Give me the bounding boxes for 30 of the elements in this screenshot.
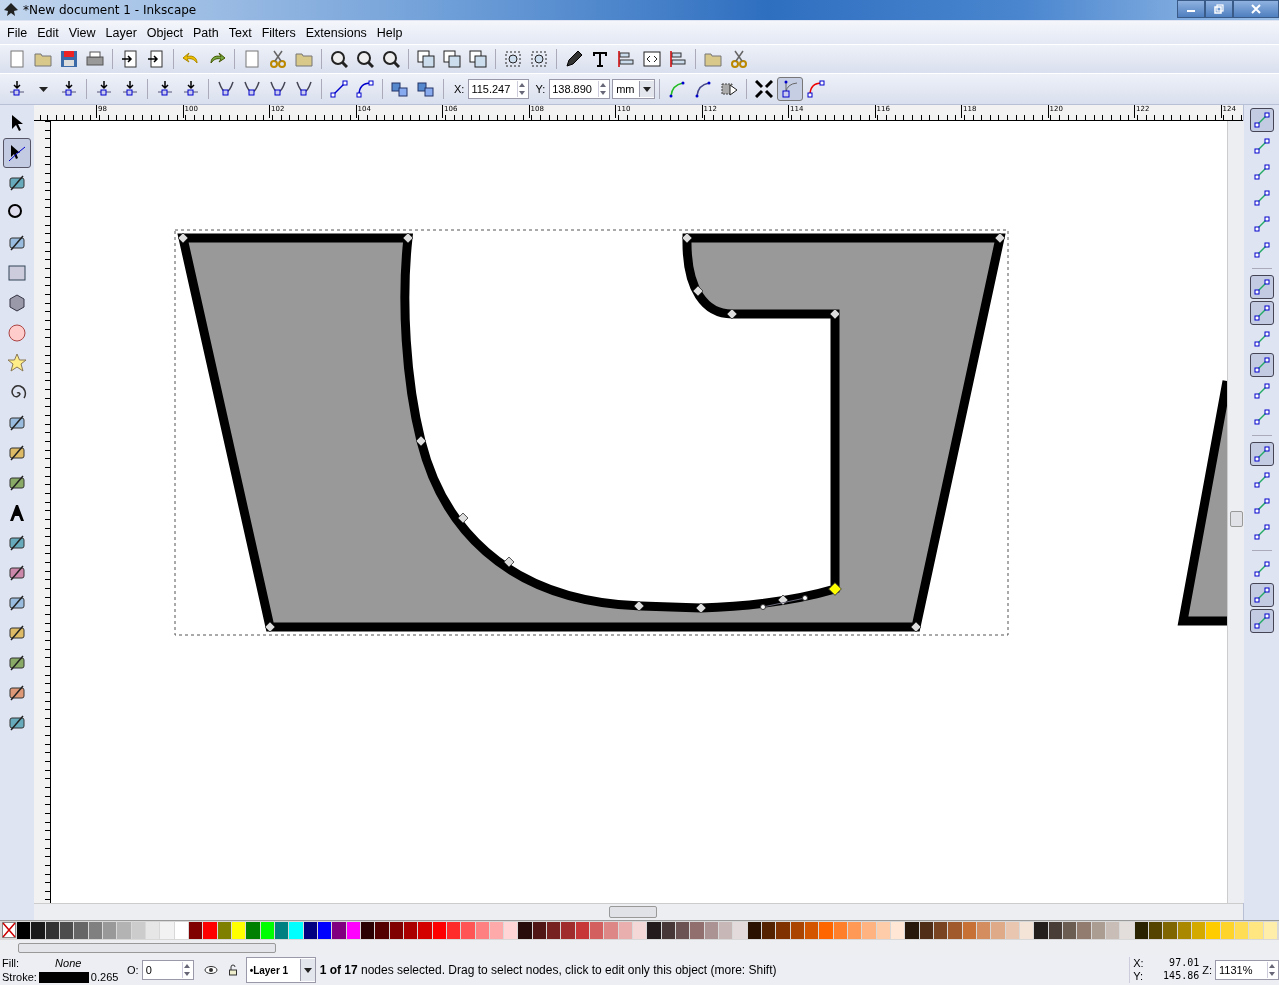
status-message: 1 of 17 nodes selected. Drag to select nodes, click to edit only this object (more: Shift): [319, 963, 777, 977]
cursor-x-value: 97.01: [1169, 957, 1200, 970]
layer-dropdown[interactable]: •Layer 1: [245, 957, 316, 983]
menu-item[interactable]: File: [2, 25, 33, 40]
x-label: X:: [454, 83, 465, 95]
x-coordinate-field[interactable]: 115.247: [468, 79, 530, 99]
menu-item[interactable]: Path: [188, 25, 224, 40]
cursor-x-label: X:: [1133, 957, 1144, 970]
menu-item[interactable]: Extensions: [300, 25, 372, 40]
zoom-label: Z:: [1202, 964, 1212, 976]
unit-dropdown[interactable]: mm: [612, 79, 655, 99]
cursor-y-value: 145.86: [1163, 970, 1200, 983]
menu-item[interactable]: Layer: [100, 25, 142, 40]
menu-item[interactable]: Text: [223, 25, 257, 40]
menu-item[interactable]: View: [63, 25, 101, 40]
zoom-field[interactable]: 1131%: [1215, 960, 1279, 980]
menu-item[interactable]: Help: [371, 25, 408, 40]
stroke-width: 0.265: [90, 971, 119, 983]
menu-item[interactable]: Object: [141, 25, 188, 40]
fill-value: None: [55, 957, 82, 969]
opacity-field[interactable]: 0: [141, 960, 194, 980]
y-label: Y:: [535, 83, 546, 95]
stroke-label: Stroke:: [2, 971, 37, 983]
menu-item[interactable]: Edit: [32, 25, 64, 40]
fill-label: Fill:: [2, 957, 20, 969]
opacity-label: O:: [127, 964, 139, 976]
menu-item[interactable]: Filters: [256, 25, 301, 40]
y-coordinate-field[interactable]: 138.890: [549, 79, 611, 99]
window-title: *New document 1 - Inkscape: [23, 3, 197, 17]
cursor-y-label: Y:: [1133, 970, 1143, 983]
